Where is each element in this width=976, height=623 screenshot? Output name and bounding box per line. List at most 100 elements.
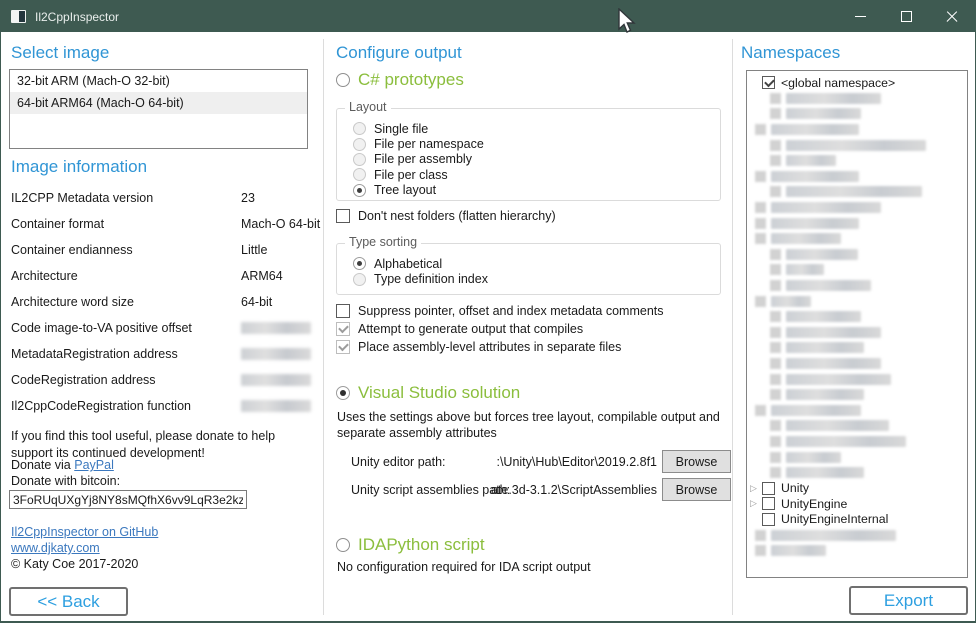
redacted-label — [786, 280, 871, 291]
namespace-item-redacted — [747, 434, 967, 450]
namespace-item-redacted — [747, 91, 967, 107]
redacted-label — [786, 436, 906, 447]
redacted-label — [771, 124, 859, 135]
namespace-checkbox[interactable] — [762, 497, 775, 510]
radio-icon — [336, 538, 350, 552]
redacted-checkbox — [770, 467, 781, 478]
info-row: IL2CPP Metadata version23 — [11, 185, 311, 211]
redacted-checkbox — [770, 374, 781, 385]
namespace-checkbox[interactable] — [762, 482, 775, 495]
redacted-checkbox — [755, 124, 766, 135]
layout-radio-option[interactable]: File per assembly — [353, 152, 484, 167]
info-row-label: Code image-to-VA positive offset — [11, 321, 241, 335]
paypal-link[interactable]: PayPal — [74, 458, 114, 472]
redacted-checkbox — [770, 93, 781, 104]
info-row-value: 23 — [241, 191, 255, 205]
namespace-label: UnityEngineInternal — [781, 512, 888, 526]
github-link[interactable]: Il2CppInspector on GitHub — [11, 525, 158, 539]
layout-radio-label: File per namespace — [374, 137, 484, 151]
maximize-button[interactable] — [883, 1, 929, 32]
redacted-checkbox — [770, 436, 781, 447]
namespace-item-redacted — [747, 137, 967, 153]
info-row: Code image-to-VA positive offset — [11, 315, 311, 341]
output-option-checkbox[interactable]: Place assembly-level attributes in separ… — [336, 338, 664, 356]
copyright-text: © Katy Coe 2017-2020 — [11, 556, 138, 573]
idapython-label: IDAPython script — [358, 535, 485, 555]
title-bar: Il2CppInspector — [1, 1, 975, 32]
csharp-prototypes-label: C# prototypes — [358, 70, 464, 90]
expander-icon[interactable]: ▷ — [747, 498, 762, 509]
image-list-item[interactable]: 64-bit ARM64 (Mach-O 64-bit) — [10, 92, 307, 114]
window-title: Il2CppInspector — [35, 10, 119, 24]
export-button[interactable]: Export — [849, 586, 968, 615]
namespace-label: UnityEngine — [781, 497, 847, 511]
namespace-checkbox[interactable] — [762, 513, 775, 526]
image-listbox[interactable]: 32-bit ARM (Mach-O 32-bit)64-bit ARM64 (… — [9, 69, 308, 149]
unity-assemblies-path-value: ate.3d-3.1.2\ScriptAssemblies — [479, 483, 657, 497]
namespace-item[interactable]: <global namespace> — [747, 75, 967, 91]
info-row: Architecture word size64-bit — [11, 289, 311, 315]
redacted-label — [771, 530, 896, 541]
redacted-checkbox — [770, 264, 781, 275]
checkbox-icon — [336, 322, 350, 336]
website-link[interactable]: www.djkaty.com — [11, 541, 100, 555]
csharp-prototypes-radio[interactable]: C# prototypes — [336, 70, 464, 90]
redacted-checkbox — [770, 342, 781, 353]
namespace-item-redacted — [747, 106, 967, 122]
idapython-radio[interactable]: IDAPython script — [336, 535, 485, 555]
redacted-checkbox — [755, 545, 766, 556]
layout-radio-label: Tree layout — [374, 183, 436, 197]
redacted-checkbox — [770, 420, 781, 431]
redacted-checkbox — [755, 171, 766, 182]
redacted-label — [786, 186, 922, 197]
namespace-item-redacted — [747, 200, 967, 216]
configure-output-header: Configure output — [336, 43, 462, 63]
info-row-label: Container endianness — [11, 243, 241, 257]
info-row: Container formatMach-O 64-bit — [11, 211, 311, 237]
redacted-value — [241, 322, 311, 334]
redacted-checkbox — [770, 311, 781, 322]
redacted-label — [786, 467, 864, 478]
radio-icon — [336, 386, 350, 400]
image-list-item[interactable]: 32-bit ARM (Mach-O 32-bit) — [10, 70, 307, 92]
redacted-value — [241, 348, 311, 360]
layout-radio-label: Single file — [374, 122, 428, 136]
redacted-checkbox — [755, 218, 766, 229]
minimize-button[interactable] — [837, 1, 883, 32]
namespace-item[interactable]: ▷ UnityEngine — [747, 496, 967, 512]
info-row-value: Mach-O 64-bit — [241, 217, 320, 231]
output-option-checkbox[interactable]: Attempt to generate output that compiles — [336, 320, 664, 338]
unity-editor-browse-button[interactable]: Browse — [662, 450, 731, 473]
type-sorting-radio-option[interactable]: Alphabetical — [353, 256, 488, 271]
bitcoin-address-input[interactable] — [9, 490, 247, 509]
app-window: Il2CppInspector Select image 32-bit ARM … — [0, 0, 976, 623]
type-sorting-radio-option[interactable]: Type definition index — [353, 271, 488, 286]
layout-radio-option[interactable]: Tree layout — [353, 183, 484, 198]
namespaces-tree[interactable]: <global namespace>▷Unity▷UnityEngineUnit… — [746, 70, 968, 578]
radio-icon — [353, 153, 366, 166]
namespace-item[interactable]: UnityEngineInternal — [747, 512, 967, 528]
flatten-checkbox-row[interactable]: Don't nest folders (flatten hierarchy) — [336, 207, 556, 225]
layout-radio-option[interactable]: File per namespace — [353, 136, 484, 151]
checkbox-icon — [336, 209, 350, 223]
redacted-checkbox — [770, 140, 781, 151]
output-option-checkbox[interactable]: Suppress pointer, offset and index metad… — [336, 302, 664, 320]
unity-assemblies-browse-button[interactable]: Browse — [662, 478, 731, 501]
visual-studio-radio[interactable]: Visual Studio solution — [336, 383, 520, 403]
info-row: MetadataRegistration address — [11, 341, 311, 367]
redacted-label — [771, 171, 859, 182]
redacted-checkbox — [755, 202, 766, 213]
redacted-value — [241, 374, 311, 386]
namespace-item-redacted — [747, 169, 967, 185]
type-sorting-radio-label: Alphabetical — [374, 257, 442, 271]
back-button[interactable]: << Back — [9, 587, 128, 616]
namespace-item-redacted — [747, 356, 967, 372]
layout-radio-option[interactable]: File per class — [353, 167, 484, 182]
namespace-item[interactable]: ▷Unity — [747, 480, 967, 496]
close-button[interactable] — [929, 1, 975, 32]
expander-icon[interactable]: ▷ — [747, 483, 762, 494]
layout-radio-option[interactable]: Single file — [353, 121, 484, 136]
idapython-description: No configuration required for IDA script… — [337, 559, 591, 576]
namespace-checkbox[interactable] — [762, 76, 775, 89]
redacted-label — [771, 233, 841, 244]
